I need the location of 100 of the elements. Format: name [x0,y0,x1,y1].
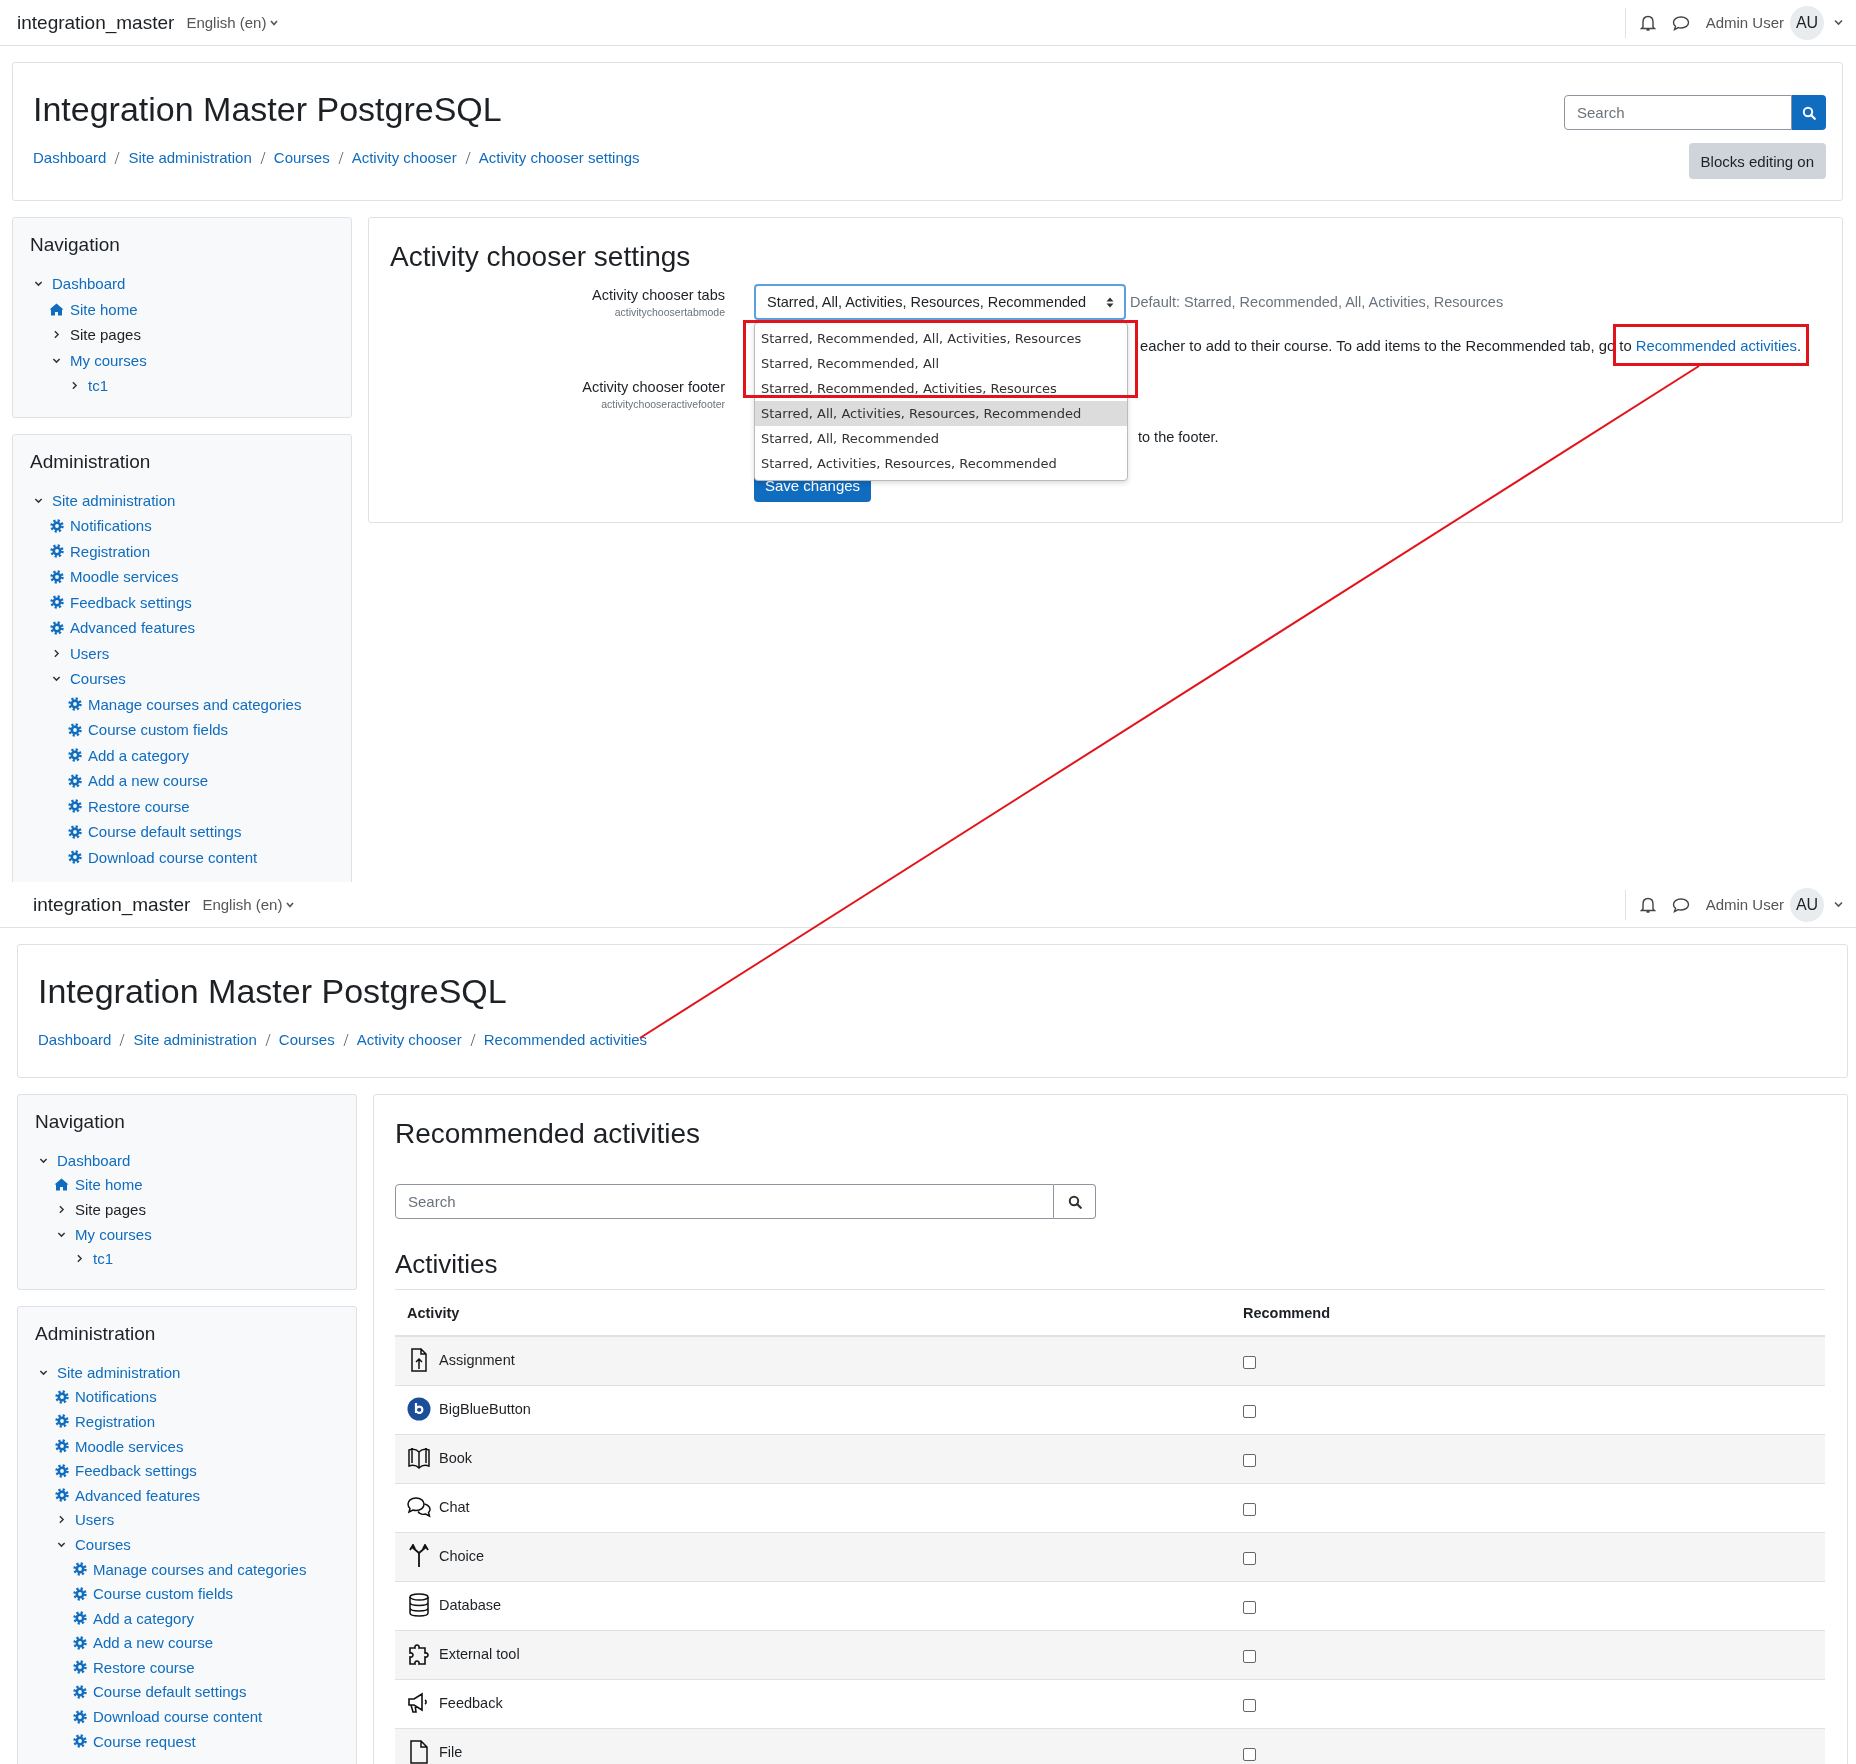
tree-item[interactable]: Site administration [52,491,176,509]
tree-item[interactable]: Add a category [88,746,189,764]
user-avatar[interactable]: AU [1790,5,1824,40]
tree-item[interactable]: Course default settings [93,1683,247,1701]
tree-item[interactable]: tc1 [88,377,108,395]
tree-item[interactable]: Restore course [93,1658,195,1676]
search-button[interactable] [1054,1184,1096,1219]
breadcrumb-link[interactable]: Site administration [133,1031,257,1048]
user-name[interactable]: Admin User [1705,14,1784,31]
tree-item[interactable]: My courses [70,351,147,369]
setting-label: Activity chooser tabs [591,286,725,305]
tree-item[interactable]: Feedback settings [75,1462,197,1480]
recommend-checkbox[interactable] [1243,1600,1256,1614]
tree-item[interactable]: Site home [75,1176,143,1194]
tree-item[interactable]: Manage courses and categories [93,1560,307,1578]
breadcrumb-link[interactable]: Activity chooser [356,1031,462,1048]
breadcrumb-link[interactable]: Recommended activities [483,1031,648,1048]
tree-item[interactable]: Add a category [93,1609,194,1627]
chevron-right-icon[interactable] [70,381,79,391]
user-name[interactable]: Admin User [1705,896,1784,913]
tree-item[interactable]: Site pages [70,326,141,344]
recommend-checkbox[interactable] [1243,1502,1256,1516]
tree-item[interactable]: Notifications [70,517,152,535]
tree-item[interactable]: Feedback settings [70,593,192,611]
search-button[interactable] [1792,95,1826,130]
breadcrumb-separator [264,1032,271,1047]
tree-item[interactable]: Course custom fields [88,721,229,739]
tree-item[interactable]: Download course content [88,848,258,866]
language-menu[interactable]: English (en) [186,14,279,31]
tree-item[interactable]: Courses [70,670,126,688]
dropdown-option[interactable]: Starred, All, Recommended [755,426,1127,451]
caret-icon[interactable] [1834,901,1843,908]
tree-item[interactable]: Download course content [93,1708,263,1726]
chevron-right-icon[interactable] [57,1205,66,1214]
breadcrumb-link[interactable]: Site administration [128,149,252,166]
blocks-editing-button[interactable]: Blocks editing on [1688,143,1826,179]
dropdown-option[interactable]: Starred, Recommended, Activities, Resources [755,376,1127,401]
recommend-checkbox[interactable] [1243,1698,1256,1712]
tree-item[interactable]: tc1 [93,1250,113,1268]
tree-item[interactable]: My courses [75,1225,152,1243]
tree-item[interactable]: Users [70,644,110,662]
search-field[interactable]: Search [395,1184,1054,1219]
site-name[interactable]: integration_master [17,11,175,34]
gear-icon [72,1709,87,1724]
chat-bubble-icon[interactable] [1671,14,1690,31]
activity-name: External tool [439,1645,520,1662]
breadcrumb-link[interactable]: Activity chooser [351,149,457,166]
chat-bubble-icon[interactable] [1671,896,1690,913]
chevron-right-icon[interactable] [52,648,61,658]
recommend-checkbox[interactable] [1243,1355,1256,1369]
tree-item[interactable]: Course custom fields [93,1585,234,1603]
tree-item[interactable]: Dashboard [52,275,126,293]
recommend-checkbox[interactable] [1243,1649,1256,1663]
language-menu[interactable]: English (en) [202,896,295,913]
tree-item[interactable]: Advanced features [75,1486,201,1504]
tree-item[interactable]: Registration [75,1412,156,1430]
recommend-checkbox[interactable] [1243,1747,1256,1761]
breadcrumb-link[interactable]: Activity chooser settings [478,149,640,166]
user-avatar[interactable]: AU [1790,887,1824,922]
tree-item[interactable]: Course default settings [88,823,242,841]
chevron-right-icon[interactable] [75,1254,84,1264]
dropdown-option[interactable]: Starred, Recommended, All, Activities, Resources [755,326,1127,351]
chevron-right-icon[interactable] [52,330,61,340]
chevron-down-icon[interactable] [34,279,43,289]
breadcrumb-link[interactable]: Courses [273,149,330,166]
tree-item[interactable]: Moodle services [70,568,179,586]
chevron-down-icon[interactable] [52,674,61,684]
breadcrumb-link[interactable]: Courses [278,1031,335,1048]
tree-item[interactable]: Restore course [88,797,190,815]
tree-item[interactable]: Site pages [75,1201,146,1218]
tree-item[interactable]: Moodle services [75,1437,184,1455]
breadcrumb-link[interactable]: Dashboard [33,149,107,166]
dropdown-select[interactable]: Starred, All, Activities, Resources, Recommended [754,284,1126,320]
block-title: Navigation [30,233,121,257]
site-name[interactable]: integration_master [33,893,191,916]
bell-icon[interactable] [1639,13,1656,32]
breadcrumb-link[interactable]: Dashboard [38,1031,112,1048]
tree-item[interactable]: Add a new course [93,1634,214,1652]
recommended-activities-link[interactable]: Recommended activities [1635,338,1797,354]
tree-item[interactable]: Dashboard [57,1151,131,1169]
caret-icon[interactable] [1834,19,1843,26]
tree-item[interactable]: Site home [70,300,138,318]
chevron-right-icon[interactable] [57,1515,66,1525]
dropdown-option[interactable]: Starred, Recommended, All [755,351,1127,376]
tree-item[interactable]: Courses [75,1535,131,1553]
tree-item[interactable]: Notifications [75,1388,157,1406]
recommend-checkbox[interactable] [1243,1404,1256,1418]
breadcrumb-separator [114,150,121,165]
recommend-checkbox[interactable] [1243,1453,1256,1467]
dropdown-option[interactable]: Starred, All, Activities, Resources, Recommended [755,401,1127,426]
tree-item[interactable]: Site administration [57,1363,181,1381]
tree-item[interactable]: Users [75,1511,115,1529]
search-field[interactable]: Search [1564,95,1792,130]
recommend-checkbox[interactable] [1243,1551,1256,1565]
bell-icon[interactable] [1639,895,1656,914]
tree-item[interactable]: Manage courses and categories [88,695,302,713]
tree-item[interactable]: Registration [70,542,151,560]
tree-item[interactable]: Course request [93,1732,196,1750]
tree-item[interactable]: Add a new course [88,772,209,790]
tree-item[interactable]: Advanced features [70,619,196,637]
